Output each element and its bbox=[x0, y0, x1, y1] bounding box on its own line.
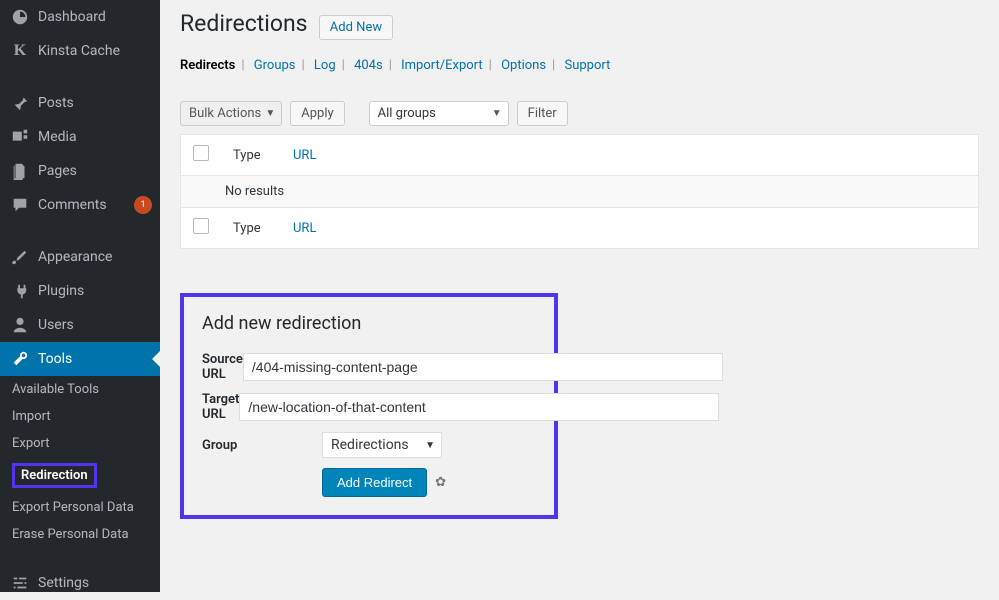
add-redirection-form: Add new redirection Source URL Target UR… bbox=[180, 293, 558, 519]
sidebar-item-kinsta[interactable]: K Kinsta Cache bbox=[0, 34, 160, 68]
sidebar-item-appearance[interactable]: Appearance bbox=[0, 240, 160, 274]
submenu-export-personal[interactable]: Export Personal Data bbox=[0, 494, 160, 521]
form-heading: Add new redirection bbox=[202, 313, 534, 334]
bulk-actions-select[interactable]: Bulk Actions▼ bbox=[180, 101, 282, 126]
sidebar-item-plugins[interactable]: Plugins bbox=[0, 274, 160, 308]
submenu-erase-personal[interactable]: Erase Personal Data bbox=[0, 521, 160, 548]
caret-down-icon: ▼ bbox=[425, 440, 435, 451]
sidebar-label: Comments bbox=[38, 197, 130, 213]
group-select[interactable]: Redirections▼ bbox=[322, 432, 442, 458]
tab-log[interactable]: Log bbox=[314, 58, 336, 73]
sidebar-item-media[interactable]: Media bbox=[0, 120, 160, 154]
page-icon bbox=[10, 161, 30, 181]
tab-bar: Redirects| Groups| Log| 404s| Import/Exp… bbox=[180, 58, 979, 73]
submenu-export[interactable]: Export bbox=[0, 430, 160, 457]
comment-icon bbox=[10, 195, 30, 215]
col-url: URL bbox=[281, 135, 979, 176]
sidebar-item-tools[interactable]: Tools bbox=[0, 342, 160, 376]
sidebar-item-posts[interactable]: Posts bbox=[0, 86, 160, 120]
wrench-icon bbox=[10, 349, 30, 369]
group-label: Group bbox=[202, 438, 322, 453]
sidebar-label: Kinsta Cache bbox=[38, 43, 152, 59]
caret-down-icon: ▼ bbox=[265, 108, 275, 119]
main-content: Redirections Add New Redirects| Groups| … bbox=[160, 0, 999, 592]
sidebar-item-comments[interactable]: Comments 1 bbox=[0, 188, 160, 222]
sliders-icon bbox=[10, 573, 30, 593]
plug-icon bbox=[10, 281, 30, 301]
filter-button[interactable]: Filter bbox=[517, 101, 568, 126]
media-icon bbox=[10, 127, 30, 147]
redirects-table: Type URL No results Type URL bbox=[180, 134, 979, 249]
sidebar-label: Plugins bbox=[38, 283, 152, 299]
pin-icon bbox=[10, 93, 30, 113]
no-results-cell: No results bbox=[181, 176, 979, 208]
submenu-import[interactable]: Import bbox=[0, 403, 160, 430]
select-all-checkbox-bottom[interactable] bbox=[193, 218, 209, 234]
sidebar-label: Tools bbox=[38, 351, 152, 367]
add-redirect-button[interactable]: Add Redirect bbox=[322, 468, 427, 497]
submenu-redirection[interactable]: Redirection bbox=[0, 457, 160, 494]
source-url-label: Source URL bbox=[202, 352, 243, 382]
target-url-label: Target URL bbox=[202, 392, 239, 422]
col-type: Type bbox=[221, 135, 281, 176]
gear-icon[interactable]: ✿ bbox=[435, 475, 446, 490]
sidebar-item-pages[interactable]: Pages bbox=[0, 154, 160, 188]
sidebar-label: Dashboard bbox=[38, 9, 152, 25]
tab-groups[interactable]: Groups bbox=[254, 58, 296, 73]
tab-import-export[interactable]: Import/Export bbox=[401, 58, 483, 73]
add-new-button[interactable]: Add New bbox=[319, 15, 393, 40]
comments-count-badge: 1 bbox=[134, 196, 152, 214]
submenu-available-tools[interactable]: Available Tools bbox=[0, 376, 160, 403]
user-icon bbox=[10, 315, 30, 335]
sidebar-label: Media bbox=[38, 129, 152, 145]
tab-404s[interactable]: 404s bbox=[354, 58, 383, 73]
source-url-input[interactable] bbox=[243, 353, 723, 381]
tab-options[interactable]: Options bbox=[501, 58, 546, 73]
sidebar-item-settings[interactable]: Settings bbox=[0, 566, 160, 600]
brush-icon bbox=[10, 247, 30, 267]
sidebar-item-users[interactable]: Users bbox=[0, 308, 160, 342]
col-type-foot: Type bbox=[221, 208, 281, 249]
select-all-checkbox[interactable] bbox=[193, 145, 209, 161]
page-title: Redirections bbox=[180, 10, 308, 37]
sidebar-label: Appearance bbox=[38, 249, 152, 265]
caret-down-icon: ▼ bbox=[492, 108, 502, 119]
sidebar-label: Pages bbox=[38, 163, 152, 179]
apply-button[interactable]: Apply bbox=[290, 101, 344, 126]
target-url-input[interactable] bbox=[239, 393, 719, 421]
sidebar-label: Posts bbox=[38, 95, 152, 111]
tab-support[interactable]: Support bbox=[564, 58, 610, 73]
col-url-foot: URL bbox=[281, 208, 979, 249]
sidebar-label: Users bbox=[38, 317, 152, 333]
group-filter-select[interactable]: All groups▼ bbox=[369, 101, 509, 126]
dashboard-icon bbox=[10, 7, 30, 27]
tab-redirects[interactable]: Redirects bbox=[180, 58, 235, 73]
sidebar-item-dashboard[interactable]: Dashboard bbox=[0, 0, 160, 34]
admin-sidebar: Dashboard K Kinsta Cache Posts Media Pag… bbox=[0, 0, 160, 592]
tablenav-top: Bulk Actions▼ Apply All groups▼ Filter bbox=[180, 101, 979, 126]
k-icon: K bbox=[10, 41, 30, 61]
sidebar-label: Settings bbox=[38, 575, 152, 591]
